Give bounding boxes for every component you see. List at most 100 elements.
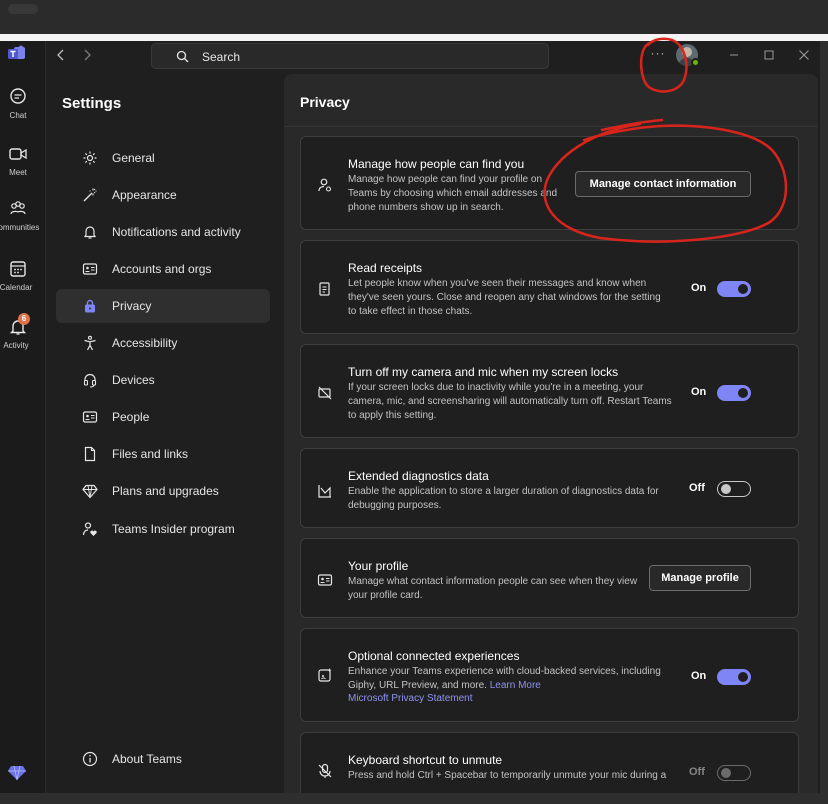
person-search-icon xyxy=(318,178,332,192)
read-receipts-toggle[interactable] xyxy=(717,281,751,297)
premium-diamond-icon[interactable] xyxy=(8,765,26,781)
search-placeholder: Search xyxy=(202,50,241,64)
setting-title: Manage how people can find you xyxy=(348,157,525,171)
rail-communities[interactable]: Communities xyxy=(0,199,46,243)
settings-item-accounts[interactable]: Accounts and orgs xyxy=(56,252,270,286)
search-input[interactable]: Search xyxy=(151,43,549,69)
background-strip xyxy=(820,41,828,793)
setting-description: Let people know when you've seen their m… xyxy=(348,278,661,317)
rail-meet[interactable]: Meet xyxy=(0,144,46,188)
more-options-button[interactable]: ··· xyxy=(648,46,668,64)
settings-item-general[interactable]: General xyxy=(56,141,270,175)
setting-description: If your screen locks due to inactivity w… xyxy=(348,382,672,421)
manage-profile-button[interactable]: Manage profile xyxy=(649,565,751,591)
find-you-card: Manage how people can find you Manage ho… xyxy=(300,136,799,230)
settings-item-files[interactable]: Files and links xyxy=(56,437,270,471)
setting-title: Turn off my camera and mic when my scree… xyxy=(348,365,619,379)
settings-item-label: Accessibility xyxy=(112,336,178,350)
page-title: Privacy xyxy=(300,94,350,110)
read-receipts-card: Read receipts Let people know when you'v… xyxy=(300,240,799,334)
avatar-head xyxy=(682,47,692,57)
connected-experiences-card: Optional connected experiences Enhance y… xyxy=(300,628,799,722)
video-off-icon xyxy=(318,386,332,400)
bell-icon xyxy=(83,226,97,239)
rail-label: Calendar xyxy=(0,283,33,292)
rail-label: Chat xyxy=(9,111,27,120)
communities-icon xyxy=(10,201,26,215)
settings-item-label: Files and links xyxy=(112,447,189,461)
contact-card-icon xyxy=(82,411,98,423)
diamond-icon xyxy=(82,484,98,499)
rail-activity[interactable]: 6 Activity xyxy=(0,313,46,361)
settings-item-devices[interactable]: Devices xyxy=(56,363,270,397)
diagnostics-toggle[interactable] xyxy=(717,481,751,497)
toggle-state-label: Off xyxy=(689,766,705,778)
title-bar: Search ··· xyxy=(46,41,820,71)
toggle-state-label: On xyxy=(691,282,707,294)
sparkle-icon xyxy=(318,668,332,682)
contact-card-icon xyxy=(317,574,333,586)
rail-chat[interactable]: Chat xyxy=(0,87,46,131)
person-heart-icon xyxy=(82,522,97,536)
divider xyxy=(284,126,818,127)
settings-item-label: Devices xyxy=(112,373,155,387)
manage-contact-information-button[interactable]: Manage contact information xyxy=(575,171,751,197)
forward-arrow-icon[interactable] xyxy=(80,48,94,62)
background-strip xyxy=(0,0,828,34)
settings-item-label: General xyxy=(112,151,155,165)
camera-mic-lock-card: Turn off my camera and mic when my scree… xyxy=(300,344,799,438)
settings-item-label: Plans and upgrades xyxy=(112,484,219,498)
settings-item-label: People xyxy=(112,410,150,424)
settings-item-label: About Teams xyxy=(112,752,182,766)
settings-item-people[interactable]: People xyxy=(56,400,270,434)
settings-item-insider[interactable]: Teams Insider program xyxy=(56,512,270,546)
settings-item-accessibility[interactable]: Accessibility xyxy=(56,326,270,360)
settings-item-plans[interactable]: Plans and upgrades xyxy=(56,474,270,508)
learn-more-link[interactable]: Learn More xyxy=(490,680,541,691)
teams-window: Chat Meet Communities Calendar 6 Activit… xyxy=(0,41,820,793)
settings-title: Settings xyxy=(62,95,122,112)
rail-calendar[interactable]: Calendar xyxy=(0,259,46,303)
read-receipt-icon xyxy=(319,282,330,296)
minimize-icon[interactable] xyxy=(726,47,742,63)
chart-icon xyxy=(318,485,331,498)
calendar-icon xyxy=(10,261,26,277)
settings-item-about[interactable]: About Teams xyxy=(56,742,270,776)
setting-description: Manage how people can find your profile … xyxy=(348,174,557,213)
presence-available-icon xyxy=(691,58,700,67)
setting-description: Press and hold Ctrl + Spacebar to tempor… xyxy=(348,770,667,781)
settings-item-label: Notifications and activity xyxy=(112,225,241,239)
teams-logo-icon[interactable] xyxy=(8,45,26,61)
camera-mic-lock-toggle[interactable] xyxy=(717,385,751,401)
close-icon[interactable] xyxy=(796,47,812,63)
setting-title: Keyboard shortcut to unmute xyxy=(348,753,503,767)
maximize-icon[interactable] xyxy=(761,47,777,63)
toggle-state-label: On xyxy=(691,670,707,682)
settings-item-label: Accounts and orgs xyxy=(112,262,212,276)
connected-experiences-toggle[interactable] xyxy=(717,669,751,685)
settings-item-appearance[interactable]: Appearance xyxy=(56,178,270,212)
window-border xyxy=(0,34,828,41)
back-arrow-icon[interactable] xyxy=(54,48,68,62)
toggle-state-label: Off xyxy=(689,482,705,494)
rail-label: Activity xyxy=(3,341,29,350)
id-card-icon xyxy=(82,263,98,275)
settings-item-privacy[interactable]: Privacy xyxy=(56,289,270,323)
unmute-shortcut-toggle[interactable] xyxy=(717,765,751,781)
setting-title: Your profile xyxy=(348,559,409,573)
settings-sidebar: Settings General Appearance Notification… xyxy=(46,71,282,793)
activity-badge: 6 xyxy=(18,313,30,325)
unmute-shortcut-card: Keyboard shortcut to unmute Press and ho… xyxy=(300,732,799,793)
setting-title: Extended diagnostics data xyxy=(348,469,489,483)
rail-label: Communities xyxy=(0,223,40,232)
settings-item-label: Appearance xyxy=(112,188,177,202)
privacy-panel: Privacy Manage how people can find you M… xyxy=(284,74,818,793)
setting-title: Optional connected experiences xyxy=(348,649,520,663)
setting-description: Enable the application to store a larger… xyxy=(348,486,659,511)
gear-icon xyxy=(83,151,97,165)
lock-icon xyxy=(85,299,95,313)
settings-item-notifications[interactable]: Notifications and activity xyxy=(56,215,270,249)
settings-item-label: Teams Insider program xyxy=(112,522,235,536)
document-icon xyxy=(84,446,96,462)
privacy-statement-link[interactable]: Microsoft Privacy Statement xyxy=(348,693,472,704)
